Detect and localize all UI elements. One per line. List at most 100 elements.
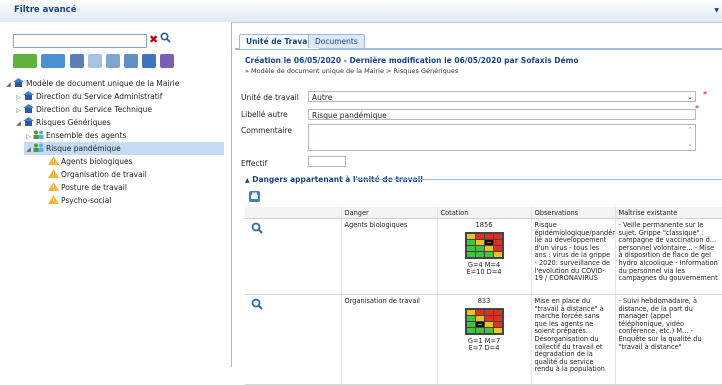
risk-matrix-cell	[493, 245, 502, 251]
maitrise-cell: - Veille permanente sur le sujet. Grippe…	[615, 218, 722, 295]
tree-node-agents-biologiques[interactable]: Agents biologiques	[48, 155, 132, 168]
printer-icon	[251, 192, 258, 199]
save-button[interactable]	[70, 54, 84, 68]
copy-button[interactable]	[41, 54, 65, 68]
advanced-filter-header[interactable]: Filtre avancé ▼	[0, 0, 722, 23]
cotation-ed: E=7 D=4	[468, 344, 500, 353]
risk-matrix-cell	[484, 233, 493, 239]
collapse-icon[interactable]: ▲	[245, 177, 250, 184]
clear-x-icon[interactable]: ✖	[149, 33, 158, 46]
creation-info: Création le 06/05/2020 - Dernière modifi…	[245, 56, 579, 65]
col-maitrise[interactable]: Maîtrise existante	[615, 207, 722, 219]
warning-icon	[48, 182, 59, 191]
tree-node-organisation-travail[interactable]: Organisation de travail	[48, 168, 147, 181]
cotation-score: 1856	[475, 221, 493, 229]
col-observations[interactable]: Observations	[531, 207, 616, 219]
warning-icon	[48, 195, 59, 204]
document-button[interactable]	[124, 54, 138, 68]
danger-cell: Organisation de travail	[341, 294, 438, 385]
home-icon	[13, 78, 24, 87]
settings-button[interactable]	[160, 54, 174, 68]
risk-matrix-cell	[466, 315, 475, 321]
commentaire-textarea[interactable]: ⌃ ⌄	[308, 124, 696, 151]
risk-matrix-cell	[493, 239, 502, 245]
col-action	[245, 207, 342, 219]
risk-matrix-cell	[484, 239, 493, 245]
libelle-input[interactable]: Risque pandémique	[308, 109, 696, 120]
risk-matrix-cell	[484, 315, 493, 321]
col-cotation[interactable]: Cotation	[437, 207, 532, 219]
tree-node-psycho-social[interactable]: Psycho-social	[48, 194, 111, 207]
scroll-down-icon[interactable]: ⌄	[687, 139, 693, 150]
tree-node-ensemble-agents[interactable]: ▷ Ensemble des agents	[24, 129, 126, 142]
tree-node-service-technique[interactable]: ▷ Direction du Service Technique	[14, 103, 152, 116]
risk-matrix-cell	[466, 309, 475, 315]
risk-matrix-cell	[493, 327, 502, 333]
tree-node-service-administratif[interactable]: ▷ Direction du Service Administratif	[14, 90, 162, 103]
table-row[interactable]: Organisation de travail 833 G=1 M=7 E=7 …	[245, 294, 722, 385]
risk-matrix-cell	[475, 233, 484, 239]
search-icon[interactable]	[160, 32, 171, 46]
magnifier-icon[interactable]	[251, 222, 263, 234]
col-danger[interactable]: Danger	[341, 207, 438, 219]
risk-matrix-cell	[484, 309, 493, 315]
required-marker: *	[703, 90, 707, 99]
risk-matrix-cell	[466, 245, 475, 251]
cut-button[interactable]	[88, 54, 102, 68]
unite-label: Unité de travail	[241, 93, 299, 102]
advanced-filter-title: Filtre avancé	[14, 5, 77, 15]
libelle-label: Libellé autre	[241, 110, 288, 119]
export-button[interactable]	[142, 54, 156, 68]
risk-matrix-cell	[493, 251, 502, 257]
risk-matrix-cell	[484, 321, 493, 327]
dangers-table: Danger Cotation Observations Maîtrise ex…	[245, 207, 722, 385]
paste-button[interactable]	[106, 54, 120, 68]
effectif-input[interactable]	[308, 156, 346, 167]
tab-documents[interactable]: Documents	[308, 34, 365, 48]
table-row[interactable]: Agents biologiques 1856 G=4 M=4 E=10 D=4…	[245, 218, 722, 295]
danger-cell: Agents biologiques	[341, 218, 438, 295]
risk-matrix-cell	[493, 321, 502, 327]
magnifier-icon[interactable]	[251, 298, 263, 310]
risk-matrix-cell	[475, 321, 484, 327]
collapse-chevron-icon[interactable]: ▼	[714, 7, 719, 14]
risk-matrix-cell	[466, 251, 475, 257]
cotation-ed: E=10 D=4	[466, 268, 502, 277]
warning-icon	[48, 156, 59, 165]
risk-matrix-cell	[484, 327, 493, 333]
risk-matrix-cell	[484, 245, 493, 251]
cotation-cell: 833 G=1 M=7 E=7 D=4	[437, 294, 532, 385]
scroll-up-icon[interactable]: ⌃	[687, 125, 693, 136]
tree-node-posture-travail[interactable]: Posture de travail	[48, 181, 127, 194]
risk-matrix-cell	[493, 233, 502, 239]
commentaire-label: Commentaire	[241, 126, 292, 135]
risk-matrix	[464, 307, 504, 335]
tree-node-risques-generiques[interactable]: ◢ Risques Génériques	[14, 116, 111, 129]
unite-value: Autre	[312, 93, 333, 102]
tree-node-modele[interactable]: ◢ Modèle de document unique de la Mairie	[4, 77, 179, 90]
observations-cell: Risque épidémiologique/pandémique lié au…	[531, 218, 616, 295]
expanded-arrow-icon[interactable]: ◢	[24, 143, 33, 156]
risk-matrix-cell	[466, 233, 475, 239]
warning-icon	[48, 169, 59, 178]
people-icon	[33, 143, 44, 152]
risk-matrix-cell	[475, 309, 484, 315]
section-divider	[355, 179, 722, 180]
expanded-arrow-icon[interactable]: ◢	[14, 117, 23, 130]
breadcrumb: » Modèle de document unique de la Mairie…	[245, 67, 459, 75]
print-button[interactable]	[249, 191, 260, 202]
cotation-cell: 1856 G=4 M=4 E=10 D=4	[437, 218, 532, 295]
unite-select[interactable]: Autre ⌄	[308, 91, 696, 102]
tree-panel: ✖ ◢ Modèle de document unique de la Mairi…	[0, 22, 232, 367]
risk-matrix-cell	[466, 239, 475, 245]
expanded-arrow-icon[interactable]: ◢	[4, 78, 13, 91]
add-button[interactable]	[13, 54, 37, 68]
home-icon	[23, 91, 34, 100]
tree-node-risque-pandemique[interactable]: ◢ Risque pandémique	[24, 142, 224, 155]
home-icon	[23, 104, 34, 113]
risk-matrix-cell	[475, 315, 484, 321]
chevron-down-icon[interactable]: ⌄	[687, 92, 693, 103]
home-icon	[23, 117, 34, 126]
people-icon	[33, 130, 44, 139]
search-input[interactable]	[13, 34, 147, 48]
